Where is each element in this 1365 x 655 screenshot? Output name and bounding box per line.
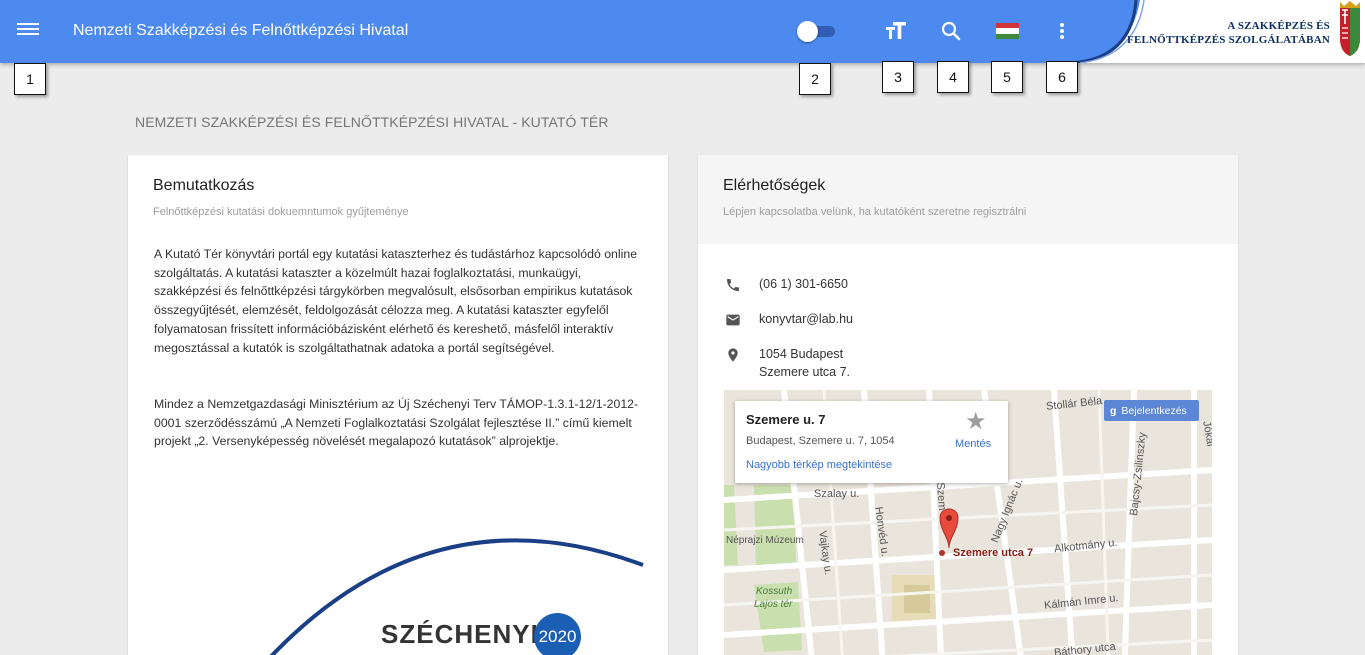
callout-3: 3 — [882, 61, 914, 93]
logo-line-2: FELNŐTTKÉPZÉS SZOLGÁLATÁBAN — [1127, 34, 1330, 46]
intro-paragraph-1: A Kutató Tér könyvtári portál egy kutatá… — [154, 247, 638, 355]
signin-label: Bejelentkezés — [1121, 404, 1187, 417]
place-name: Szemere u. 7 — [746, 412, 826, 427]
address-line-1: 1054 Budapest — [759, 347, 844, 361]
save-place-button[interactable]: Mentés — [955, 438, 991, 450]
star-icon[interactable]: ★ — [965, 407, 987, 436]
logo-line-1: A SZAKKÉPZÉS ÉS — [1227, 20, 1330, 32]
hungarian-flag-icon[interactable] — [996, 23, 1019, 39]
logo-text: A SZAKKÉPZÉS ÉS FELNŐTTKÉPZÉS SZOLGÁLATÁ… — [1127, 19, 1330, 47]
page-heading: NEMZETI SZAKKÉPZÉSI ÉS FELNŐTTKÉPZÉSI HI… — [135, 114, 609, 130]
ministry-logo: A SZAKKÉPZÉS ÉS FELNŐTTKÉPZÉS SZOLGÁLATÁ… — [1070, 0, 1365, 63]
intro-card: Bemutatkozás Felnőttképzési kutatási dok… — [128, 155, 668, 655]
embedded-map[interactable]: Stollár Béla Szalay u. Vajkay u. Honvéd … — [724, 390, 1212, 655]
phone-number[interactable]: (06 1) 301-6650 — [759, 276, 848, 293]
contrast-toggle[interactable] — [797, 21, 839, 42]
toggle-knob — [797, 21, 818, 42]
search-icon[interactable] — [938, 18, 964, 44]
szechenyi-logo: SZÉCHENYI 2020 — [128, 525, 668, 655]
contact-title: Elérhetőségek — [723, 177, 826, 194]
contact-card: Elérhetőségek Lépjen kapcsolatba velünk,… — [698, 155, 1238, 655]
email-address[interactable]: konyvtar@lab.hu — [759, 311, 853, 328]
phone-icon — [727, 279, 739, 291]
szechenyi-year: 2020 — [534, 613, 581, 655]
callout-4: 4 — [937, 61, 969, 93]
place-address: Budapest, Szemere u. 7, 1054 — [746, 435, 895, 447]
intro-title: Bemutatkozás — [153, 177, 255, 194]
address-line-2: Szemere utca 7. — [759, 365, 851, 379]
map-signin-button[interactable]: g Bejelentkezés — [1104, 400, 1199, 421]
menu-icon[interactable] — [17, 20, 39, 40]
street-label: Szalay u. — [814, 488, 860, 500]
callout-5: 5 — [991, 61, 1023, 93]
intro-subtitle: Felnőttképzési kutatási dokuemntumok gyű… — [153, 206, 409, 218]
contact-card-header — [698, 155, 1238, 244]
intro-paragraph-2: Mindez a Nemzetgazdasági Minisztérium az… — [154, 397, 639, 449]
top-app-bar: Nemzeti Szakképzési és Felnőttképzési Hi… — [0, 0, 1365, 63]
contact-subtitle: Lépjen kapcsolatba velünk, ha kutatóként… — [723, 206, 1027, 218]
callout-6: 6 — [1046, 61, 1078, 93]
callout-1: 1 — [14, 63, 46, 95]
museum-label: Néprajzi Múzeum — [726, 535, 804, 546]
text-size-icon[interactable] — [883, 18, 909, 44]
google-g-icon: g — [1110, 404, 1117, 417]
street-label: Szem — [934, 482, 948, 511]
location-pin-icon — [728, 348, 738, 362]
larger-map-link[interactable]: Nagyobb térkép megtekintése — [746, 459, 892, 471]
mail-icon — [726, 314, 740, 326]
app-title: Nemzeti Szakképzési és Felnőttképzési Hi… — [73, 22, 409, 39]
street-label: Kossuth — [756, 586, 793, 597]
szechenyi-word: SZÉCHENYI — [381, 619, 539, 649]
street-label: Lajos tér — [754, 599, 793, 610]
callout-2: 2 — [799, 63, 831, 95]
marker-label: Szemere utca 7 — [953, 547, 1034, 559]
map-info-window: Szemere u. 7 Budapest, Szemere u. 7, 105… — [735, 401, 1008, 483]
